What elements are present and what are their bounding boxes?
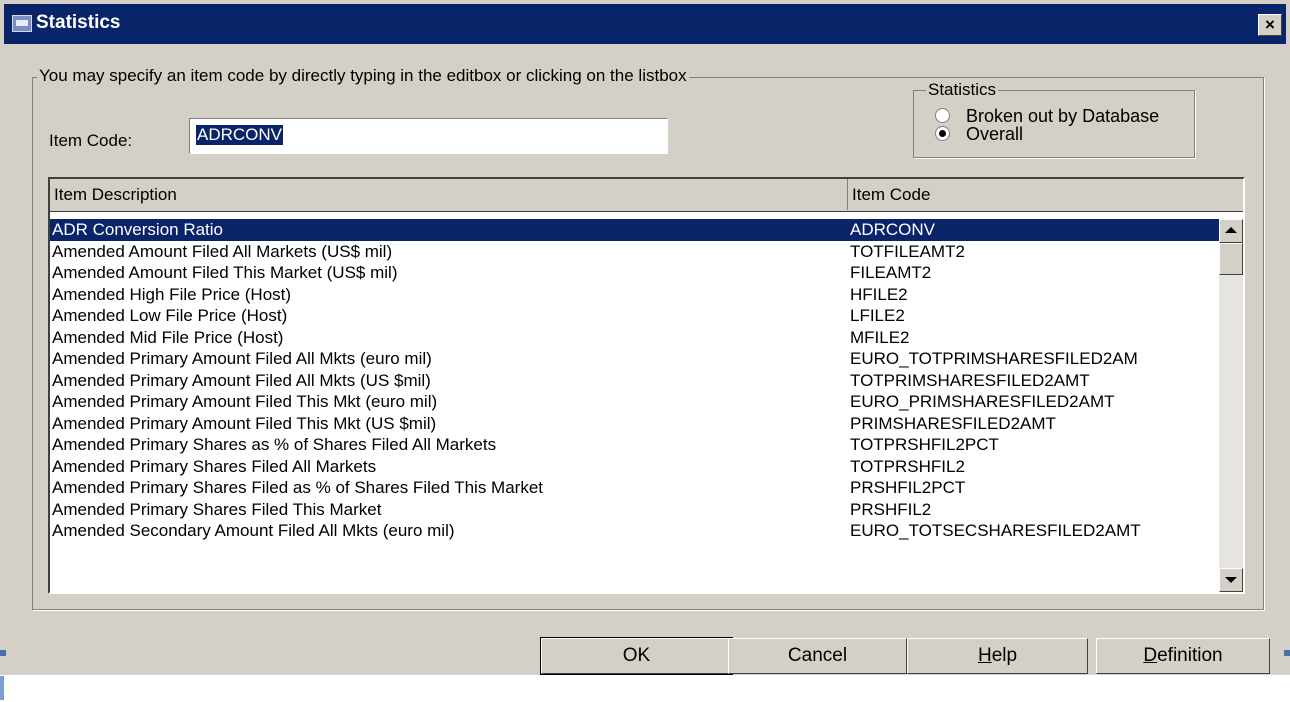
title-bar[interactable]: Statistics × <box>4 4 1286 44</box>
list-header: Item Description Item Code <box>50 179 1243 212</box>
help-mnemonic: H <box>977 645 992 666</box>
list-item[interactable]: Amended Secondary Amount Filed All Mkts … <box>50 520 1220 542</box>
item-description-cell: Amended Primary Shares Filed All Markets <box>52 456 377 476</box>
radio-overall[interactable] <box>935 126 950 141</box>
item-listbox[interactable]: Item Description Item Code ADR Conversio… <box>48 177 1245 594</box>
item-code-cell: PRIMSHARESFILED2AMT <box>850 413 1056 433</box>
item-description-cell: Amended Amount Filed All Markets (US$ mi… <box>52 241 393 261</box>
item-code-cell: TOTPRIMSHARESFILED2AMT <box>850 370 1090 390</box>
ok-button[interactable]: OK <box>540 637 733 675</box>
item-code-cell: LFILE2 <box>850 306 905 325</box>
item-code-group-legend: You may specify an item code by directly… <box>37 66 689 86</box>
item-code-cell: EURO_TOTPRIMSHARESFILED2AM <box>850 349 1138 368</box>
definition-label-rest: efinition <box>1157 645 1223 666</box>
item-description-cell: Amended Low File Price (Host) <box>52 306 288 325</box>
scroll-down-button[interactable] <box>1219 568 1243 592</box>
scroll-up-button[interactable] <box>1219 219 1243 243</box>
item-code-cell: TOTFILEAMT2 <box>850 241 965 261</box>
item-description-cell: ADR Conversion Ratio <box>52 220 224 239</box>
item-code-cell: HFILE2 <box>850 284 908 304</box>
list-item[interactable]: Amended Primary Amount Filed All Mkts (U… <box>50 370 1220 392</box>
item-description-cell: Amended Mid File Price (Host) <box>52 327 284 347</box>
item-description-cell: Amended High File Price (Host) <box>52 284 292 304</box>
item-code-input-value[interactable]: ADRCONV <box>196 125 284 145</box>
item-description-cell: Amended Primary Amount Filed All Mkts (e… <box>52 349 432 368</box>
statistics-group-legend: Statistics <box>926 80 999 100</box>
item-code-cell: FILEAMT2 <box>850 263 932 282</box>
list-item[interactable]: Amended Primary Shares as % of Shares Fi… <box>50 434 1220 456</box>
definition-button[interactable]: Definition <box>1096 638 1270 674</box>
item-code-cell: TOTPRSHFIL2 <box>850 456 965 476</box>
definition-mnemonic: D <box>1143 645 1158 666</box>
item-description-cell: Amended Secondary Amount Filed All Mkts … <box>52 521 455 540</box>
desktop-edge-left <box>0 676 4 700</box>
app-icon <box>12 15 32 32</box>
help-label-rest: elp <box>991 645 1018 666</box>
scroll-thumb[interactable] <box>1219 243 1243 275</box>
item-code-cell: ADRCONV <box>850 220 936 239</box>
list-item[interactable]: Amended Amount Filed All Markets (US$ mi… <box>50 241 1220 263</box>
list-item[interactable]: Amended Primary Amount Filed This Mkt (U… <box>50 413 1220 435</box>
list-item[interactable]: Amended Primary Shares Filed as % of Sha… <box>50 477 1220 499</box>
item-code-cell: EURO_PRIMSHARESFILED2AMT <box>850 392 1115 411</box>
item-code-cell: TOTPRSHFIL2PCT <box>850 435 999 454</box>
arrow-up-icon <box>1225 227 1237 233</box>
item-description-cell: Amended Primary Shares Filed This Market <box>52 499 382 519</box>
item-description-cell: Amended Primary Amount Filed All Mkts (U… <box>52 370 431 390</box>
list-item[interactable]: ADR Conversion Ratio ADRCONV <box>50 219 1220 241</box>
item-code-label: Item Code: <box>49 131 133 150</box>
item-description-cell: Amended Amount Filed This Market (US$ mi… <box>52 263 398 282</box>
radio-broken-out-by-database[interactable] <box>935 108 950 123</box>
column-header-item-description[interactable]: Item Description <box>50 179 848 210</box>
list-item[interactable]: Amended Amount Filed This Market (US$ mi… <box>50 262 1220 284</box>
list-item[interactable]: Amended Low File Price (Host) LFILE2 <box>50 305 1220 327</box>
item-code-cell: PRSHFIL2 <box>850 499 932 519</box>
list-item[interactable]: Amended High File Price (Host) HFILE2 <box>50 284 1220 306</box>
item-description-cell: Amended Primary Shares Filed as % of Sha… <box>52 478 543 497</box>
item-description-cell: Amended Primary Shares as % of Shares Fi… <box>52 435 497 454</box>
item-code-cell: EURO_TOTSECSHARESFILED2AMT <box>850 521 1141 540</box>
vertical-scrollbar[interactable] <box>1219 219 1243 592</box>
desktop-edge-mark-right <box>1284 650 1290 656</box>
list-item[interactable]: Amended Primary Shares Filed This Market… <box>50 499 1220 521</box>
item-description-cell: Amended Primary Amount Filed This Mkt (e… <box>52 392 438 411</box>
arrow-down-icon <box>1225 577 1237 583</box>
close-button[interactable]: × <box>1258 14 1282 36</box>
list-item[interactable]: Amended Primary Amount Filed All Mkts (e… <box>50 348 1220 370</box>
radio-label-overall[interactable]: Overall <box>966 124 1023 145</box>
statistics-dialog: Statistics × You may specify an item cod… <box>0 0 1290 675</box>
window-title: Statistics <box>36 12 121 33</box>
list-item[interactable]: Amended Primary Shares Filed All Markets… <box>50 456 1220 478</box>
item-code-cell: PRSHFIL2PCT <box>850 478 966 497</box>
item-code-input[interactable]: ADRCONV <box>189 118 668 154</box>
item-code-cell: MFILE2 <box>850 327 910 347</box>
list-item[interactable]: Amended Mid File Price (Host) MFILE2 <box>50 327 1220 349</box>
list-item[interactable]: Amended Primary Amount Filed This Mkt (e… <box>50 391 1220 413</box>
cancel-button[interactable]: Cancel <box>728 638 907 674</box>
column-header-item-code[interactable]: Item Code <box>848 179 1243 210</box>
item-description-cell: Amended Primary Amount Filed This Mkt (U… <box>52 413 437 433</box>
list-rows: ADR Conversion Ratio ADRCONV Amended Amoun… <box>50 219 1220 542</box>
desktop-edge-mark-left <box>0 650 6 656</box>
help-button[interactable]: Help <box>907 638 1088 674</box>
